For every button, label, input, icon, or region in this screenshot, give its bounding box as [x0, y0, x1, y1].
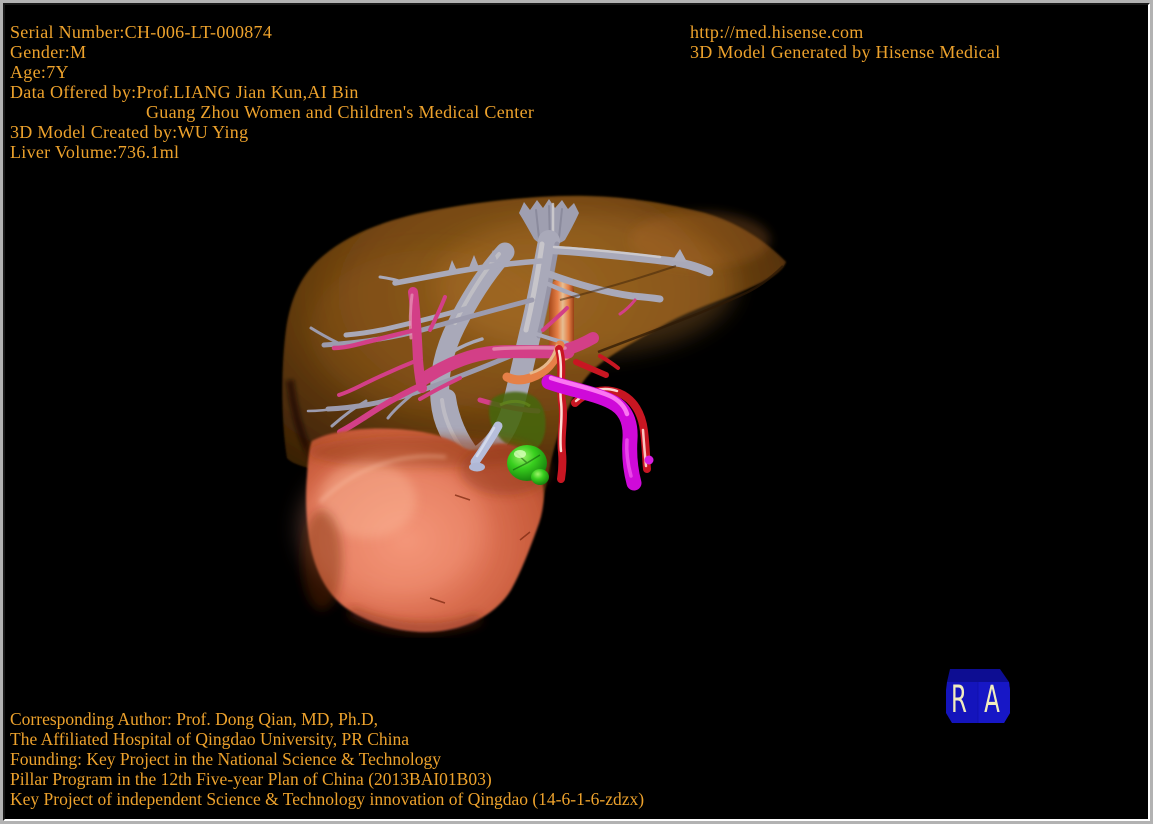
- gender-text: Gender:M: [10, 42, 87, 62]
- funding-text-1: Founding: Key Project in the National Sc…: [10, 749, 442, 769]
- generated-by-text: 3D Model Generated by Hisense Medical: [690, 42, 1001, 62]
- cube-letter-a: A: [984, 678, 1000, 721]
- 3d-viewport[interactable]: R A Serial Number:CH-006-LT-000874 Gende…: [5, 5, 1148, 819]
- liver-volume-text: Liver Volume:736.1ml: [10, 142, 180, 162]
- data-offered-by-text: Data Offered by:Prof.LIANG Jian Kun,AI B…: [10, 82, 359, 102]
- corresponding-author-text: Corresponding Author: Prof. Dong Qian, M…: [10, 709, 378, 729]
- orientation-cube: R A: [946, 669, 1010, 723]
- window-frame: R A Serial Number:CH-006-LT-000874 Gende…: [0, 0, 1153, 824]
- credits-block: Corresponding Author: Prof. Dong Qian, M…: [10, 709, 644, 809]
- serial-number-text: Serial Number:CH-006-LT-000874: [10, 22, 273, 42]
- vendor-info-block: http://med.hisense.com 3D Model Generate…: [690, 22, 1001, 62]
- model-creator-text: 3D Model Created by:WU Ying: [10, 122, 249, 142]
- funding-text-2: Pillar Program in the 12th Five-year Pla…: [10, 769, 492, 789]
- funding-text-3: Key Project of independent Science & Tec…: [10, 789, 645, 809]
- age-text: Age:7Y: [10, 62, 69, 82]
- medical-3d-viewer-window: R A Serial Number:CH-006-LT-000874 Gende…: [0, 0, 1153, 824]
- affiliation-text: The Affiliated Hospital of Qingdao Unive…: [10, 729, 410, 749]
- cube-letter-r: R: [951, 678, 967, 721]
- data-offered-org-text: Guang Zhou Women and Children's Medical …: [146, 102, 535, 122]
- patient-info-block: Serial Number:CH-006-LT-000874 Gender:M …: [10, 22, 534, 162]
- website-url-text: http://med.hisense.com: [690, 22, 864, 42]
- render-canvas: R A Serial Number:CH-006-LT-000874 Gende…: [3, 3, 1150, 821]
